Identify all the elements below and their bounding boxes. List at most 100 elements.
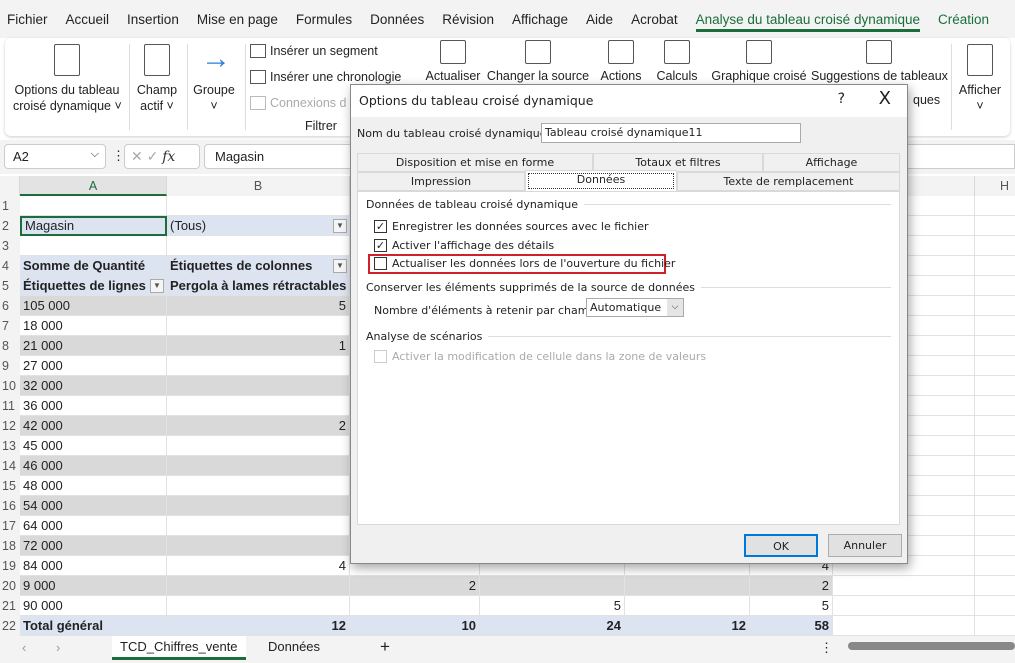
cell[interactable] xyxy=(975,556,1015,576)
cell-row-labels[interactable]: Étiquettes de lignes xyxy=(20,276,167,296)
ribbon-tab[interactable]: Accueil xyxy=(66,12,110,27)
row-header[interactable]: 11 xyxy=(0,396,20,416)
ribbon-tab[interactable]: Données xyxy=(370,12,424,27)
value-cell[interactable] xyxy=(167,576,350,596)
cell[interactable] xyxy=(975,536,1015,556)
cell-column-header[interactable]: Pergola à lames rétractables xyxy=(167,276,350,296)
column-header[interactable]: B xyxy=(167,176,350,196)
refresh-on-open-checkbox[interactable]: Actualiser les données lors de l'ouvertu… xyxy=(374,257,675,270)
row-label[interactable]: 84 000 xyxy=(20,556,167,576)
pivot-options-button[interactable]: Options du tableau croisé dynamique ˅ xyxy=(13,42,122,114)
cancel-icon[interactable]: ✕ xyxy=(131,148,143,164)
recommended-pivots-button[interactable]: Suggestions de tableaux xyxy=(811,38,948,84)
cell-a2-filter-label[interactable]: Magasin xyxy=(20,216,167,236)
row-label[interactable]: 45 000 xyxy=(20,436,167,456)
row-header[interactable]: 9 xyxy=(0,356,20,376)
cell[interactable] xyxy=(975,496,1015,516)
cell[interactable] xyxy=(975,396,1015,416)
value-cell[interactable]: 5 xyxy=(167,296,350,316)
ribbon-tab[interactable]: Révision xyxy=(442,12,494,27)
close-button[interactable]: X xyxy=(879,88,891,109)
row-header[interactable]: 12 xyxy=(0,416,20,436)
cell-sum-label[interactable]: Somme de Quantité xyxy=(20,256,167,276)
value-cell[interactable] xyxy=(480,576,625,596)
save-source-checkbox[interactable]: ✓ Enregistrer les données sources avec le… xyxy=(374,220,649,233)
cell[interactable] xyxy=(975,416,1015,436)
row-label[interactable]: 42 000 xyxy=(20,416,167,436)
row-label[interactable]: 21 000 xyxy=(20,336,167,356)
row-header[interactable]: 20 xyxy=(0,576,20,596)
row-label[interactable]: 48 000 xyxy=(20,476,167,496)
value-cell[interactable] xyxy=(167,436,350,456)
ribbon-tab[interactable]: Création xyxy=(938,12,989,27)
row-header[interactable]: 19 xyxy=(0,556,20,576)
value-cell[interactable] xyxy=(167,496,350,516)
cell-column-labels[interactable]: Étiquettes de colonnes xyxy=(167,256,350,276)
cell[interactable] xyxy=(833,616,975,636)
row-header[interactable]: 18 xyxy=(0,536,20,556)
value-cell[interactable] xyxy=(167,476,350,496)
active-field-button[interactable]: Champ actif ˅ xyxy=(133,42,181,114)
cell[interactable] xyxy=(975,256,1015,276)
row-label[interactable]: 90 000 xyxy=(20,596,167,616)
next-sheet-icon[interactable]: › xyxy=(56,640,60,655)
value-cell[interactable] xyxy=(167,316,350,336)
row-header[interactable]: 16 xyxy=(0,496,20,516)
value-cell[interactable] xyxy=(167,396,350,416)
cell[interactable] xyxy=(975,516,1015,536)
cancel-button[interactable]: Annuler xyxy=(828,534,902,557)
ribbon-tab[interactable]: Acrobat xyxy=(631,12,678,27)
value-cell[interactable]: 1 xyxy=(167,336,350,356)
more-icon[interactable]: ⋮ xyxy=(820,640,833,656)
tab-printing[interactable]: Impression xyxy=(357,172,525,191)
row-header[interactable]: 21 xyxy=(0,596,20,616)
ribbon-tab[interactable]: Affichage xyxy=(512,12,568,27)
column-filter-dropdown-icon[interactable]: ▼ xyxy=(333,259,347,273)
ok-button[interactable]: OK xyxy=(744,534,818,557)
prev-sheet-icon[interactable]: ‹ xyxy=(22,640,26,655)
select-all-corner[interactable] xyxy=(0,176,20,196)
enable-details-checkbox[interactable]: ✓ Activer l'affichage des détails xyxy=(374,239,554,252)
cell[interactable] xyxy=(975,236,1015,256)
enter-icon[interactable]: ✓ xyxy=(147,148,159,164)
cell[interactable] xyxy=(975,576,1015,596)
column-header[interactable]: H xyxy=(975,176,1015,196)
cell[interactable] xyxy=(975,436,1015,456)
value-cell[interactable]: 5 xyxy=(750,596,833,616)
cell[interactable] xyxy=(975,616,1015,636)
row-label[interactable]: 9 000 xyxy=(20,576,167,596)
row-label[interactable]: 105 000 xyxy=(20,296,167,316)
ribbon-tab[interactable]: Insertion xyxy=(127,12,179,27)
fx-icon[interactable]: fx xyxy=(162,149,175,165)
pivot-name-input[interactable]: Tableau croisé dynamique11 xyxy=(541,123,801,143)
cell[interactable] xyxy=(975,296,1015,316)
value-cell[interactable]: 2 xyxy=(167,416,350,436)
tab-data[interactable]: Données xyxy=(525,170,677,192)
pivot-chart-button[interactable]: Graphique croisé xyxy=(709,38,809,84)
row-label[interactable]: 32 000 xyxy=(20,376,167,396)
row-header[interactable]: 8 xyxy=(0,336,20,356)
ribbon-tab[interactable]: Fichier xyxy=(7,12,48,27)
value-cell[interactable] xyxy=(350,596,480,616)
row-header[interactable]: 14 xyxy=(0,456,20,476)
row-header[interactable]: 1 xyxy=(0,196,20,216)
cell[interactable] xyxy=(975,476,1015,496)
cell[interactable] xyxy=(833,596,975,616)
cell[interactable] xyxy=(975,276,1015,296)
row-label[interactable]: 46 000 xyxy=(20,456,167,476)
row-header[interactable]: 2 xyxy=(0,216,20,236)
row-header[interactable]: 4 xyxy=(0,256,20,276)
ribbon-tab[interactable]: Aide xyxy=(586,12,613,27)
row-header[interactable]: 3 xyxy=(0,236,20,256)
cell-b2-filter-value[interactable]: (Tous) xyxy=(167,216,350,236)
horizontal-scrollbar[interactable] xyxy=(848,642,1015,650)
filter-dropdown-icon[interactable]: ▼ xyxy=(333,219,347,233)
sheet-tab-donnees[interactable]: Données xyxy=(260,636,328,660)
value-cell[interactable] xyxy=(167,596,350,616)
value-cell[interactable]: 2 xyxy=(350,576,480,596)
cell[interactable] xyxy=(975,196,1015,216)
cell[interactable] xyxy=(20,236,167,256)
value-cell[interactable] xyxy=(167,376,350,396)
value-cell[interactable]: 58 xyxy=(750,616,833,636)
chevron-down-icon[interactable]: ⌵ xyxy=(91,148,99,161)
